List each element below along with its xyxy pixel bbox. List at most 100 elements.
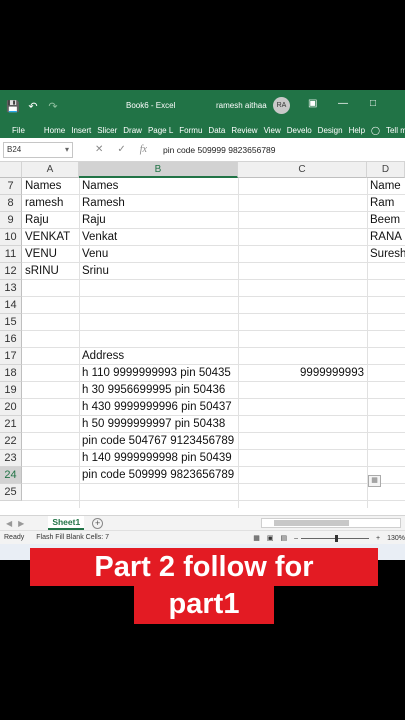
cell-a24[interactable]: [22, 467, 79, 484]
cell-a25[interactable]: [22, 484, 79, 501]
cell-d8[interactable]: Ram: [367, 195, 405, 212]
tab-developer[interactable]: Develo: [284, 126, 315, 135]
cell-d21[interactable]: [367, 416, 405, 433]
cell-b15[interactable]: [79, 314, 238, 331]
cell-b18[interactable]: h 110 9999999993 pin 50435: [79, 365, 238, 382]
cell-a11[interactable]: VENU: [22, 246, 79, 263]
cell-c7[interactable]: [238, 178, 367, 195]
cell-d12[interactable]: [367, 263, 405, 280]
cell-c11[interactable]: [238, 246, 367, 263]
cell-d20[interactable]: [367, 399, 405, 416]
cell-d22[interactable]: [367, 433, 405, 450]
tab-page-layout[interactable]: Page L: [145, 126, 176, 135]
enter-icon[interactable]: ✓: [117, 144, 125, 155]
tab-data[interactable]: Data: [205, 126, 228, 135]
cell-b22[interactable]: pin code 504767 9123456789: [79, 433, 238, 450]
row-header[interactable]: 24: [0, 467, 22, 484]
row-header[interactable]: 12: [0, 263, 22, 280]
row-header[interactable]: 20: [0, 399, 22, 416]
row-header[interactable]: 17: [0, 348, 22, 365]
tab-formulas[interactable]: Formu: [176, 126, 205, 135]
ribbon-display-icon[interactable]: ▣: [308, 98, 317, 109]
cell-a16[interactable]: [22, 331, 79, 348]
zoom-slider[interactable]: [301, 534, 369, 542]
cell-d19[interactable]: [367, 382, 405, 399]
row-header[interactable]: 7: [0, 178, 22, 195]
row-header[interactable]: 22: [0, 433, 22, 450]
cell-b7[interactable]: Names: [79, 178, 238, 195]
row-header[interactable]: 10: [0, 229, 22, 246]
cell-d23[interactable]: [367, 450, 405, 467]
cell-a10[interactable]: VENKAT: [22, 229, 79, 246]
cell-a22[interactable]: [22, 433, 79, 450]
row-header[interactable]: 15: [0, 314, 22, 331]
cell-a17[interactable]: [22, 348, 79, 365]
cancel-icon[interactable]: ✕: [95, 144, 103, 155]
select-all-corner[interactable]: [0, 162, 22, 178]
cell-b23[interactable]: h 140 9999999998 pin 50439: [79, 450, 238, 467]
scrollbar-thumb[interactable]: [274, 520, 349, 526]
fx-icon[interactable]: fx: [140, 144, 147, 155]
cell-d16[interactable]: [367, 331, 405, 348]
cell-a9[interactable]: Raju: [22, 212, 79, 229]
tab-draw[interactable]: Draw: [120, 126, 145, 135]
row-header[interactable]: 19: [0, 382, 22, 399]
normal-view-icon[interactable]: ▦: [253, 534, 260, 542]
cell-b10[interactable]: Venkat: [79, 229, 238, 246]
column-header-c[interactable]: C: [238, 162, 367, 178]
tab-design[interactable]: Design: [315, 126, 346, 135]
cell-d18[interactable]: [367, 365, 405, 382]
cell-b16[interactable]: [79, 331, 238, 348]
redo-icon[interactable]: ↷: [46, 100, 60, 113]
spreadsheet-grid[interactable]: A B C D 7 Names Names Name 8 ramesh Ramesh Ram 9…: [0, 162, 405, 560]
cell-d13[interactable]: [367, 280, 405, 297]
cell-b11[interactable]: Venu: [79, 246, 238, 263]
scroll-left-icon[interactable]: ◀: [6, 519, 12, 528]
tab-file[interactable]: File: [9, 126, 28, 135]
save-icon[interactable]: 💾: [6, 100, 20, 113]
cell-d7[interactable]: Name: [367, 178, 405, 195]
maximize-icon[interactable]: □: [370, 98, 376, 109]
cell-a7[interactable]: Names: [22, 178, 79, 195]
cell-c14[interactable]: [238, 297, 367, 314]
page-break-view-icon[interactable]: ▤: [280, 534, 287, 542]
cell-d10[interactable]: RANA: [367, 229, 405, 246]
avatar[interactable]: RA: [273, 97, 290, 114]
tell-me-search[interactable]: Tell me: [383, 126, 405, 135]
zoom-level[interactable]: 130%: [387, 535, 405, 542]
formula-input[interactable]: pin code 509999 9823656789: [163, 145, 276, 155]
row-header[interactable]: 11: [0, 246, 22, 263]
cell-a19[interactable]: [22, 382, 79, 399]
cell-c8[interactable]: [238, 195, 367, 212]
cell-c10[interactable]: [238, 229, 367, 246]
cell-c13[interactable]: [238, 280, 367, 297]
flash-fill-options-icon[interactable]: ▦: [368, 475, 381, 487]
cell-a21[interactable]: [22, 416, 79, 433]
cell-b14[interactable]: [79, 297, 238, 314]
chevron-down-icon[interactable]: ▾: [65, 145, 69, 154]
tab-sheet1[interactable]: Sheet1: [48, 516, 85, 530]
tab-help[interactable]: Help: [346, 126, 368, 135]
cell-b12[interactable]: Srinu: [79, 263, 238, 280]
cell-b13[interactable]: [79, 280, 238, 297]
cell-d14[interactable]: [367, 297, 405, 314]
cell-c19[interactable]: [238, 382, 367, 399]
column-header-d[interactable]: D: [367, 162, 405, 178]
cell-b8[interactable]: Ramesh: [79, 195, 238, 212]
cell-d17[interactable]: [367, 348, 405, 365]
cell-c15[interactable]: [238, 314, 367, 331]
cell-d15[interactable]: [367, 314, 405, 331]
cell-c16[interactable]: [238, 331, 367, 348]
cell-b19[interactable]: h 30 9956699995 pin 50436: [79, 382, 238, 399]
horizontal-scrollbar[interactable]: [261, 518, 401, 528]
cell-c17[interactable]: [238, 348, 367, 365]
tab-slicer[interactable]: Slicer: [94, 126, 120, 135]
undo-icon[interactable]: ↶: [26, 100, 40, 113]
cell-a23[interactable]: [22, 450, 79, 467]
row-header[interactable]: 18: [0, 365, 22, 382]
tab-home[interactable]: Home: [41, 126, 68, 135]
cell-c22[interactable]: [238, 433, 367, 450]
cell-c21[interactable]: [238, 416, 367, 433]
column-header-a[interactable]: A: [22, 162, 79, 178]
cell-c24[interactable]: [238, 467, 367, 484]
